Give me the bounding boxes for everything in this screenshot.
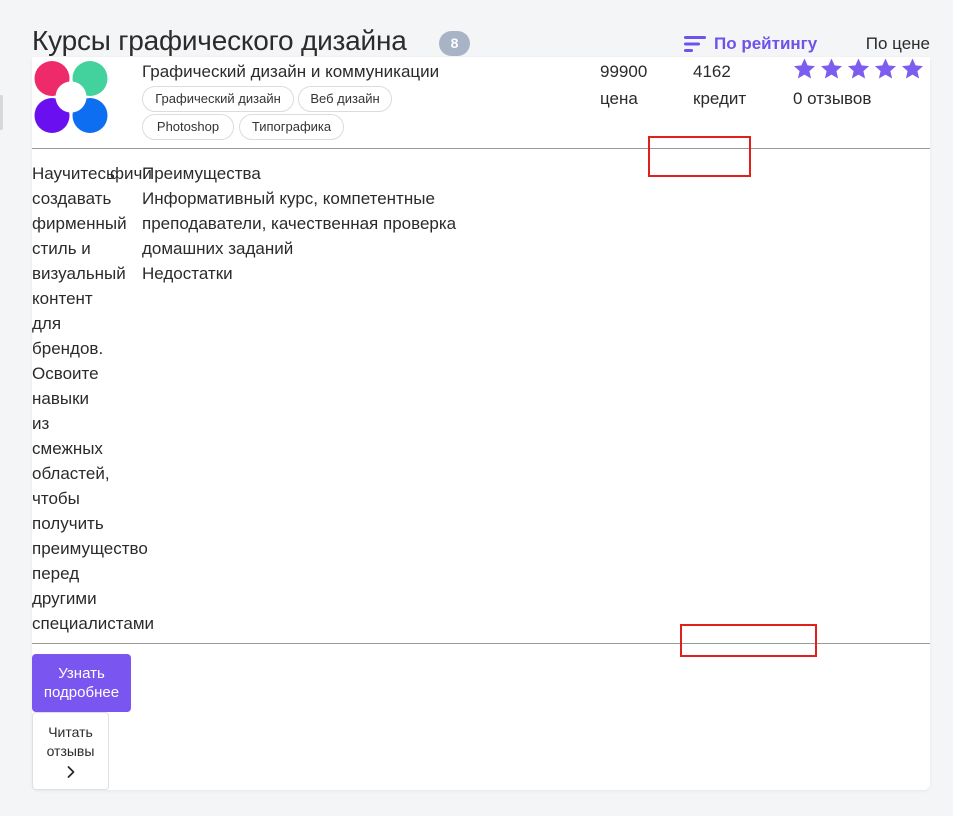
read-reviews-label: Читать отзывы [46,724,95,759]
page-title: Курсы графического дизайна [32,25,407,56]
learn-more-button[interactable]: Узнать подробнее [32,654,131,712]
price-value: 99900 [600,62,648,81]
tag-photoshop[interactable]: Photoshop [142,114,234,140]
course-card: Графический дизайн и коммуникации Графич… [32,57,930,790]
sort-by-rating-label: По рейтингу [714,34,818,53]
sort-icon [684,36,706,52]
cons-title: Недостатки [142,264,233,283]
tag-typography[interactable]: Типографика [239,114,344,140]
star-icon [848,58,869,79]
star-icon [821,58,842,79]
tag-web-design[interactable]: Веб дизайн [298,86,392,112]
course-count-badge: 8 [439,31,470,56]
price-label: цена [600,89,638,108]
read-reviews-button[interactable]: Читать отзывы [32,712,109,790]
sort-by-rating-button[interactable]: По рейтингу [684,32,817,56]
page-header: Курсы графического дизайна 8 По рейтингу… [32,24,930,58]
star-icon [902,58,923,79]
rating-stars [792,57,925,81]
pros-text: Информативный курс, компетентные препода… [142,189,457,258]
reviews-count: 0 отзывов [793,89,872,108]
course-logo [32,60,110,134]
star-icon [875,58,896,79]
chevron-right-icon [67,766,74,778]
flower-logo-icon [34,61,108,133]
pros-title: Преимущества [142,164,261,183]
sort-by-price-button[interactable]: По цене [866,32,930,56]
tag-graphic-design[interactable]: Графический дизайн [142,86,294,112]
annotation-box [680,624,817,657]
course-description: Научитесь создавать фирменный стиль и ви… [32,164,154,633]
annotation-box [648,136,751,177]
course-name[interactable]: Графический дизайн и коммуникации [142,61,439,83]
star-icon [794,58,815,79]
page-left-edge [0,95,3,130]
credit-label: кредит [693,89,747,108]
divider-top [32,148,930,149]
pros-cons-block: Преимущества Информативный курс, компете… [142,161,482,286]
credit-value: 4162 [693,62,731,81]
